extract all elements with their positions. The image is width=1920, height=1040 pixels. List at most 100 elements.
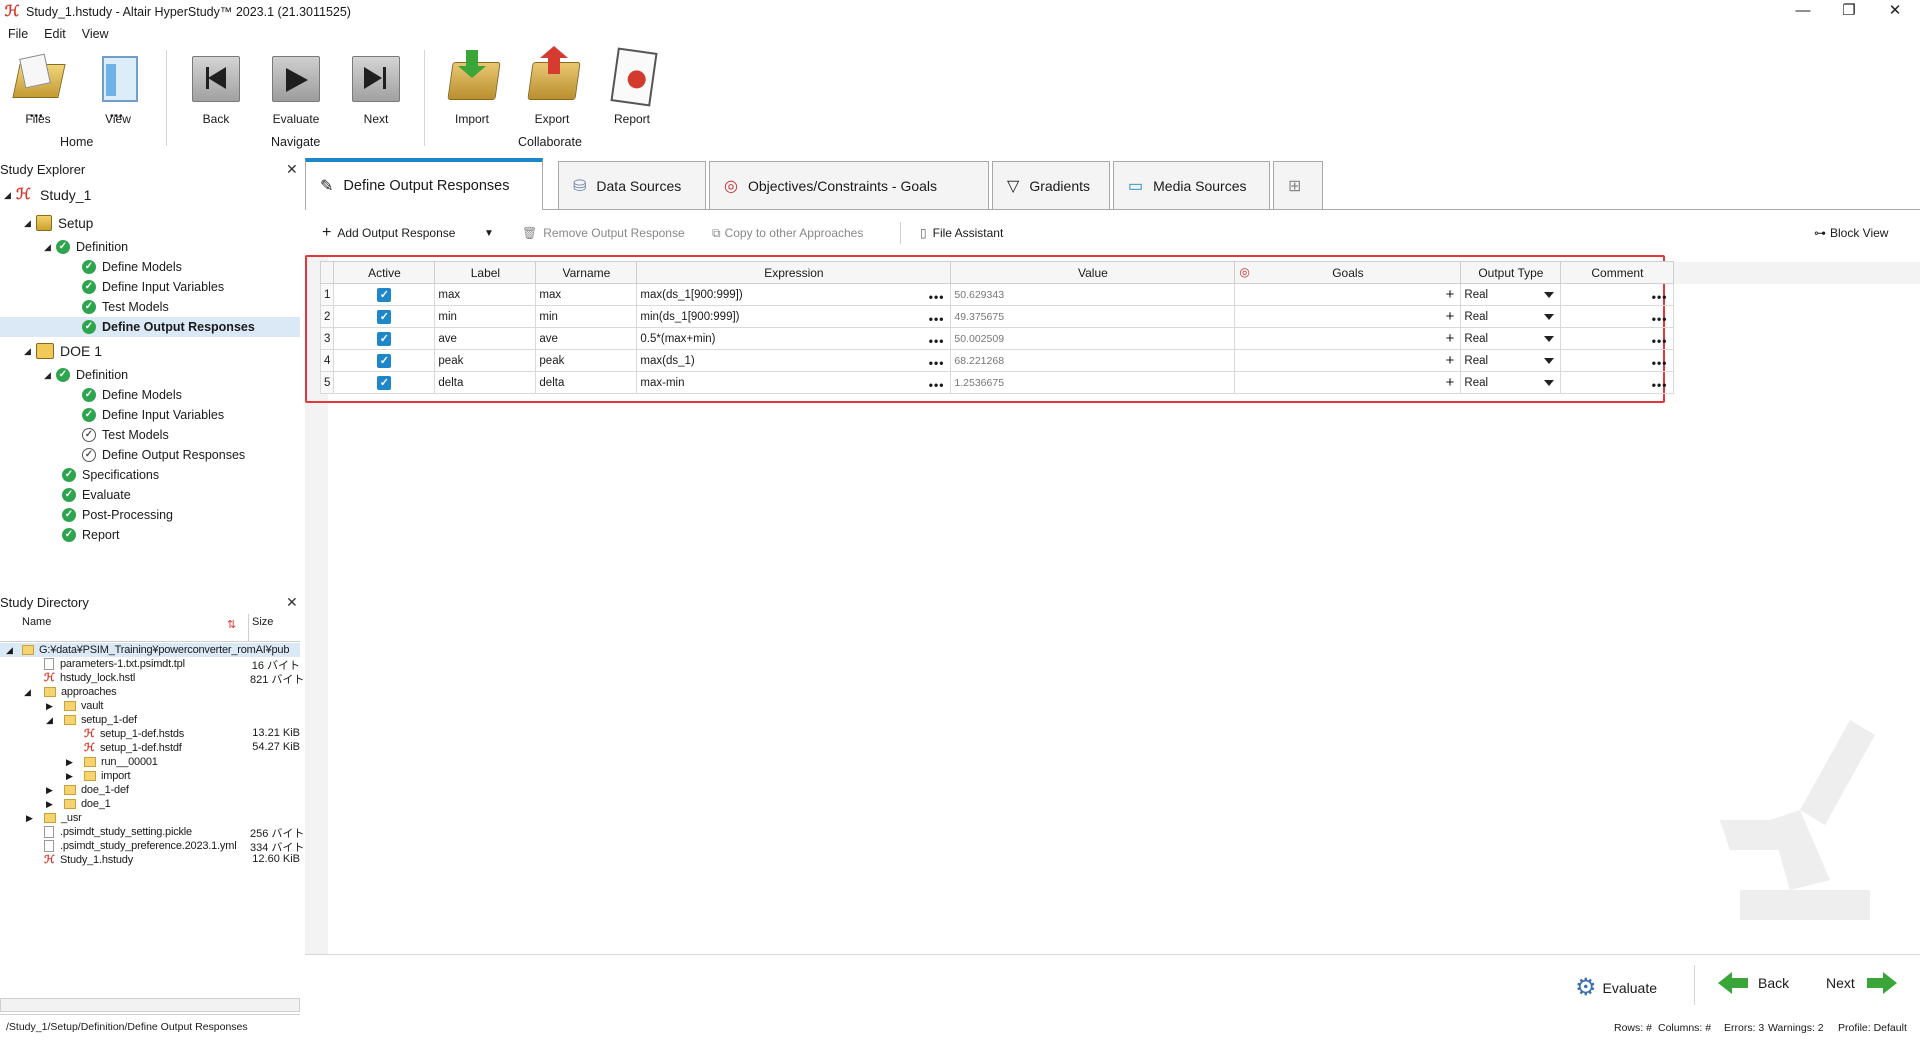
tab-define-output-responses[interactable]: ✎ Define Output Responses: [305, 158, 543, 210]
copy-to-approaches-button[interactable]: ⧉ Copy to other Approaches: [712, 224, 863, 242]
directory-row[interactable]: ▶ doe_1: [46, 797, 111, 811]
goals-cell[interactable]: +: [1234, 305, 1462, 328]
expand-caret-icon[interactable]: ◢: [24, 218, 36, 229]
comment-cell[interactable]: •••: [1560, 327, 1675, 350]
label-cell[interactable]: max: [434, 283, 537, 306]
next-button[interactable]: Next: [1826, 972, 1897, 994]
tree-item-doe-define-input-variables[interactable]: ✓ Define Input Variables: [82, 405, 224, 425]
directory-row[interactable]: ▶ vault: [46, 699, 103, 713]
add-goal-icon[interactable]: +: [1446, 308, 1455, 325]
directory-row[interactable]: parameters-1.txt.psimdt.tpl: [44, 657, 185, 671]
expand-caret-icon[interactable]: ▶: [46, 701, 64, 712]
directory-row[interactable]: ◢ G:¥data¥PSIM_Training¥powerconverter_ro…: [0, 643, 300, 657]
active-checkbox[interactable]: ✓: [377, 353, 392, 368]
tree-item-test-models[interactable]: ✓ Test Models: [82, 297, 169, 317]
tree-item-doe-define-models[interactable]: ✓ Define Models: [82, 385, 182, 405]
more-options-icon[interactable]: •••: [929, 334, 945, 348]
tab-data-sources[interactable]: ⛁ Data Sources: [558, 161, 706, 209]
expand-caret-icon[interactable]: ◢: [0, 645, 22, 656]
expression-cell[interactable]: 0.5*(max+min) •••: [636, 327, 952, 350]
expand-caret-icon[interactable]: ◢: [44, 370, 56, 381]
close-directory-icon[interactable]: ✕: [286, 594, 298, 611]
active-checkbox[interactable]: ✓: [377, 309, 392, 324]
expand-caret-icon[interactable]: ▶: [46, 785, 64, 796]
table-row[interactable]: 1 ✓ max max max(ds_1[900:999]) ••• 50.629…: [319, 283, 1675, 306]
expression-cell[interactable]: max-min •••: [636, 371, 952, 394]
evaluate-ribbon-button[interactable]: Evaluate: [258, 50, 334, 126]
chevron-down-icon[interactable]: [1544, 292, 1555, 298]
back-ribbon-button[interactable]: Back: [178, 50, 254, 126]
directory-row[interactable]: ▶ doe_1-def: [46, 783, 129, 797]
add-goal-icon[interactable]: +: [1446, 286, 1455, 303]
column-header-value[interactable]: Value: [950, 261, 1236, 284]
tree-item-doe[interactable]: ◢ DOE 1: [24, 341, 102, 361]
files-button[interactable]: ••• Files: [0, 50, 76, 126]
column-header-goals[interactable]: ◎ Goals: [1234, 261, 1462, 284]
tab-layout[interactable]: ⊞: [1273, 161, 1323, 209]
tree-item-define-models[interactable]: ✓ Define Models: [82, 257, 182, 277]
menu-view[interactable]: View: [74, 27, 117, 41]
goals-cell[interactable]: +: [1234, 371, 1462, 394]
output-type-select[interactable]: Real: [1460, 305, 1562, 328]
report-ribbon-button[interactable]: Report: [594, 47, 670, 126]
table-row[interactable]: 2 ✓ min min min(ds_1[900:999]) ••• 49.375…: [319, 305, 1675, 328]
size-column-header[interactable]: Size: [252, 616, 273, 628]
active-checkbox[interactable]: ✓: [377, 287, 392, 302]
comment-cell[interactable]: •••: [1560, 305, 1675, 328]
output-type-select[interactable]: Real: [1460, 349, 1562, 372]
directory-row[interactable]: ◢ setup_1-def: [46, 713, 137, 727]
expression-cell[interactable]: max(ds_1[900:999]) •••: [636, 283, 952, 306]
table-row[interactable]: 3 ✓ ave ave 0.5*(max+min) ••• 50.002509 +…: [319, 327, 1675, 350]
varname-cell[interactable]: peak: [535, 349, 638, 372]
import-button[interactable]: Import: [434, 50, 510, 126]
table-row[interactable]: 4 ✓ peak peak max(ds_1) ••• 68.221268 + R…: [319, 349, 1675, 372]
active-cell[interactable]: ✓: [333, 283, 436, 306]
minimize-button[interactable]: —: [1780, 0, 1826, 24]
chevron-down-icon[interactable]: [1544, 314, 1555, 320]
file-assistant-button[interactable]: ▯ File Assistant: [920, 224, 1003, 242]
expand-caret-icon[interactable]: ▶: [66, 757, 84, 768]
more-options-icon[interactable]: •••: [1652, 290, 1668, 304]
add-goal-icon[interactable]: +: [1446, 330, 1455, 347]
label-cell[interactable]: peak: [434, 349, 537, 372]
more-options-icon[interactable]: •••: [1652, 356, 1668, 370]
column-header-label[interactable]: Label: [434, 261, 537, 284]
restore-button[interactable]: ❐: [1826, 0, 1872, 24]
directory-row[interactable]: .psimdt_study_setting.pickle: [44, 825, 192, 839]
label-cell[interactable]: min: [434, 305, 537, 328]
expand-caret-icon[interactable]: ▶: [66, 771, 84, 782]
tree-item-doe-definition[interactable]: ◢ ✓ Definition: [44, 365, 128, 385]
directory-row[interactable]: ℋsetup_1-def.hstdf: [84, 741, 182, 755]
tree-item-definition[interactable]: ◢ ✓ Definition: [44, 237, 128, 257]
goals-cell[interactable]: +: [1234, 327, 1462, 350]
expand-caret-icon[interactable]: ◢: [44, 242, 56, 253]
comment-cell[interactable]: •••: [1560, 349, 1675, 372]
goals-cell[interactable]: +: [1234, 349, 1462, 372]
expand-caret-icon[interactable]: ◢: [24, 687, 44, 698]
tree-item-define-input-variables[interactable]: ✓ Define Input Variables: [82, 277, 224, 297]
output-type-select[interactable]: Real: [1460, 283, 1562, 306]
view-button[interactable]: ••• View: [80, 50, 156, 126]
more-options-icon[interactable]: •••: [929, 290, 945, 304]
active-checkbox[interactable]: ✓: [377, 375, 392, 390]
tab-objectives-constraints[interactable]: ◎ Objectives/Constraints - Goals: [709, 161, 989, 209]
expand-caret-icon[interactable]: ▶: [46, 799, 64, 810]
directory-row[interactable]: ▶ _usr: [26, 811, 82, 825]
name-column-header[interactable]: Name: [22, 616, 51, 628]
expression-cell[interactable]: max(ds_1) •••: [636, 349, 952, 372]
tree-item-define-output-responses[interactable]: ✓ Define Output Responses: [0, 317, 300, 337]
output-type-select[interactable]: Real: [1460, 327, 1562, 350]
close-explorer-icon[interactable]: ✕: [286, 161, 298, 178]
add-goal-icon[interactable]: +: [1446, 374, 1455, 391]
close-window-button[interactable]: ✕: [1872, 0, 1918, 24]
expand-caret-icon[interactable]: ◢: [46, 715, 64, 726]
tree-item-doe-define-output-responses[interactable]: ✓ Define Output Responses: [82, 445, 245, 465]
more-options-icon[interactable]: •••: [929, 312, 945, 326]
directory-row[interactable]: ▶ import: [66, 769, 131, 783]
add-dropdown-arrow[interactable]: ▼: [484, 224, 494, 242]
menu-file[interactable]: File: [0, 27, 36, 41]
directory-row[interactable]: ℋ Study_1.hstudy: [44, 853, 133, 867]
column-header-output-type[interactable]: Output Type: [1460, 261, 1562, 284]
tree-item-setup[interactable]: ◢ Setup: [24, 213, 93, 233]
active-cell[interactable]: ✓: [333, 327, 436, 350]
